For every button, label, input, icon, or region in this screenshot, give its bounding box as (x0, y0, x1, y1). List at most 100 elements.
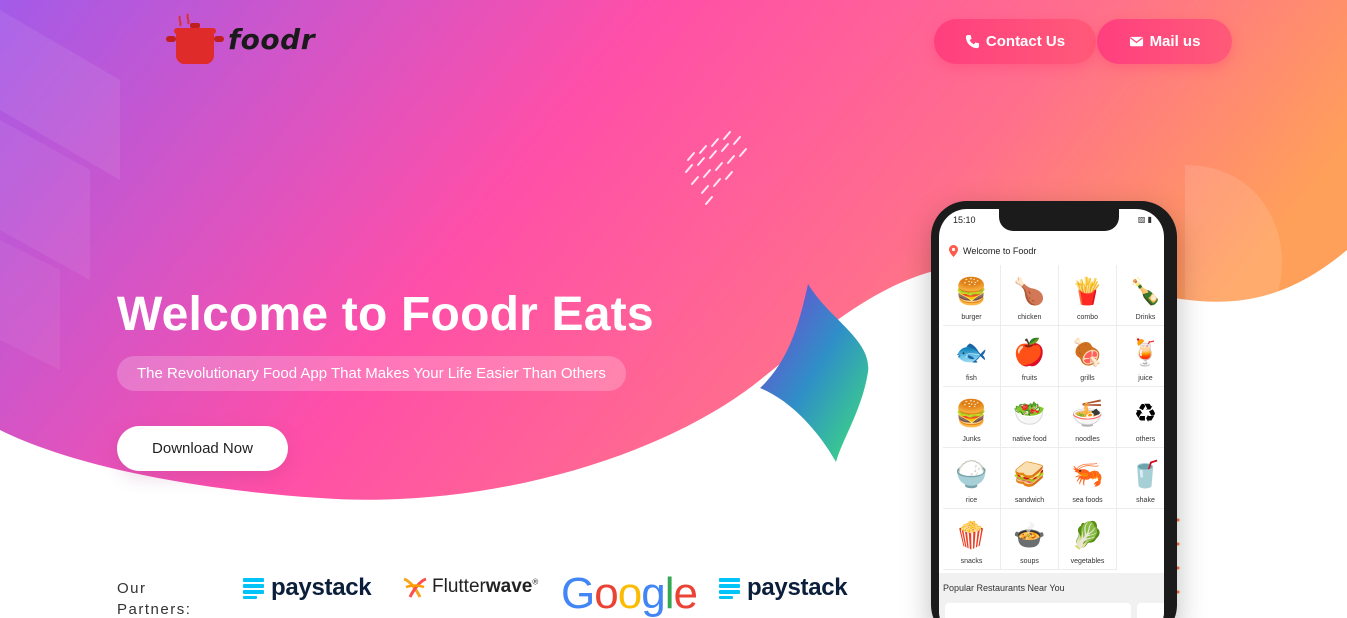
category-item-noodles[interactable]: 🍜 noodles (1059, 387, 1117, 448)
partner-name: paystack (271, 574, 372, 601)
category-label: Junks (962, 436, 981, 443)
partner-name: Google (561, 569, 698, 618)
popular-restaurants-section: Popular Restaurants Near You (939, 573, 1164, 618)
category-label: shake (1136, 497, 1155, 504)
category-label: rice (965, 497, 978, 504)
category-label: juice (1138, 375, 1153, 382)
category-item-grills[interactable]: 🍖 grills (1059, 326, 1117, 387)
hero-headline: Welcome to Foodr Eats (117, 288, 654, 341)
category-label: vegetables (1070, 558, 1105, 565)
noodles-icon: 🍜 (1071, 399, 1104, 429)
app-title: Welcome to Foodr (963, 246, 1037, 256)
category-item-combo[interactable]: 🍟 combo (1059, 265, 1117, 326)
google-letter: e (673, 569, 698, 618)
pot-icon (166, 13, 224, 64)
category-grid: 🍔 burger 🍗 chicken 🍟 combo 🍾 Drinks 🐟 fish 🍎 fruits… (943, 265, 1164, 570)
partner-paystack-logo: paystack (719, 574, 848, 602)
paystack-icon (719, 578, 740, 599)
drinks-icon: 🍾 (1129, 277, 1162, 307)
soups-icon: 🍲 (1013, 521, 1046, 551)
category-item-rice[interactable]: 🍚 rice (943, 448, 1001, 509)
partners-label: Our Partners: (117, 580, 192, 618)
brand-name: foodr (228, 22, 316, 56)
category-item-others[interactable]: ♻ others (1117, 387, 1164, 448)
category-label: others (1135, 436, 1156, 443)
partner-name: paystack (747, 574, 848, 601)
google-letter: o (594, 569, 619, 618)
vegetables-icon: 🥬 (1071, 521, 1104, 551)
snacks-icon: 🍿 (955, 521, 988, 551)
location-pin-icon (949, 245, 958, 257)
category-item-vegetables[interactable]: 🥬 vegetables (1059, 509, 1117, 570)
category-label: sandwich (1014, 497, 1045, 504)
partner-paystack-logo: paystack (243, 574, 372, 602)
combo-icon: 🍟 (1071, 277, 1104, 307)
category-item-sea-foods[interactable]: 🦐 sea foods (1059, 448, 1117, 509)
partner-google-logo: Google (561, 569, 698, 618)
burger-icon: 🍔 (955, 277, 988, 307)
chicken-icon: 🍗 (1013, 277, 1046, 307)
shake-icon: 🥤 (1129, 460, 1162, 490)
category-label: sea foods (1072, 497, 1103, 504)
category-label: fish (966, 375, 977, 382)
category-item-junks[interactable]: 🍔 Junks (943, 387, 1001, 448)
status-time: 15:10 (953, 215, 976, 225)
category-item-shake[interactable]: 🥤 shake (1117, 448, 1164, 509)
juice-icon: 🍹 (1129, 338, 1162, 368)
mail-us-label: Mail us (1149, 33, 1201, 50)
app-header: Welcome to Foodr (939, 239, 1164, 263)
fruits-icon: 🍎 (1013, 338, 1046, 368)
contact-us-button[interactable]: Contact Us (934, 19, 1096, 64)
category-item-native-food[interactable]: 🥗 native food (1001, 387, 1059, 448)
category-item-snacks[interactable]: 🍿 snacks (943, 509, 1001, 570)
category-item-chicken[interactable]: 🍗 chicken (1001, 265, 1059, 326)
restaurant-card[interactable] (945, 603, 1131, 618)
category-label: snacks (960, 558, 983, 565)
category-item-drinks[interactable]: 🍾 Drinks (1117, 265, 1164, 326)
category-item-fruits[interactable]: 🍎 fruits (1001, 326, 1059, 387)
download-now-button[interactable]: Download Now (117, 426, 288, 471)
phone-notch (999, 209, 1119, 231)
category-label: burger (961, 314, 982, 321)
envelope-icon (1129, 36, 1143, 47)
category-item-soups[interactable]: 🍲 soups (1001, 509, 1059, 570)
flutterwave-icon (403, 577, 427, 598)
partner-name: Flutterwave® (432, 576, 538, 598)
phone-screen: 15:10 ▨ ▮ Welcome to Foodr 🍔 burger 🍗 chick… (939, 209, 1164, 618)
restaurant-card[interactable] (1137, 603, 1164, 618)
grills-icon: 🍖 (1071, 338, 1104, 368)
brand-logo[interactable]: foodr (166, 12, 315, 66)
hero-tagline: The Revolutionary Food App That Makes Yo… (117, 356, 626, 391)
category-label: combo (1076, 314, 1098, 321)
native-food-icon: 🥗 (1013, 399, 1046, 429)
phone-icon (965, 34, 979, 49)
category-label: fruits (1021, 375, 1038, 382)
partner-name-bold: wave (485, 576, 533, 597)
google-letter: o (617, 569, 643, 618)
category-label: Drinks (1135, 314, 1156, 321)
popular-restaurants-title: Popular Restaurants Near You (943, 583, 1065, 593)
category-item-burger[interactable]: 🍔 burger (943, 265, 1001, 326)
fish-icon: 🐟 (955, 338, 988, 368)
sea-foods-icon: 🦐 (1071, 460, 1104, 490)
category-label: grills (1080, 375, 1095, 382)
rice-icon: 🍚 (955, 460, 988, 490)
mail-us-button[interactable]: Mail us (1097, 19, 1232, 64)
sandwich-icon: 🥪 (1013, 460, 1046, 490)
category-label: chicken (1017, 314, 1042, 321)
partner-flutterwave-logo: Flutterwave® (402, 575, 538, 599)
paystack-icon (243, 578, 264, 599)
category-item-fish[interactable]: 🐟 fish (943, 326, 1001, 387)
registered-mark: ® (532, 577, 539, 587)
category-item-juice[interactable]: 🍹 juice (1117, 326, 1164, 387)
google-letter: G (561, 569, 595, 618)
category-label: native food (1012, 436, 1047, 443)
category-item-sandwich[interactable]: 🥪 sandwich (1001, 448, 1059, 509)
category-label: noodles (1075, 436, 1100, 443)
contact-us-label: Contact Us (985, 33, 1066, 50)
junks-icon: 🍔 (955, 399, 988, 429)
google-letter: g (641, 569, 666, 618)
phone-mockup: 15:10 ▨ ▮ Welcome to Foodr 🍔 burger 🍗 chick… (931, 201, 1177, 618)
partner-name-light: Flutter (432, 576, 486, 597)
category-label: soups (1020, 558, 1039, 565)
